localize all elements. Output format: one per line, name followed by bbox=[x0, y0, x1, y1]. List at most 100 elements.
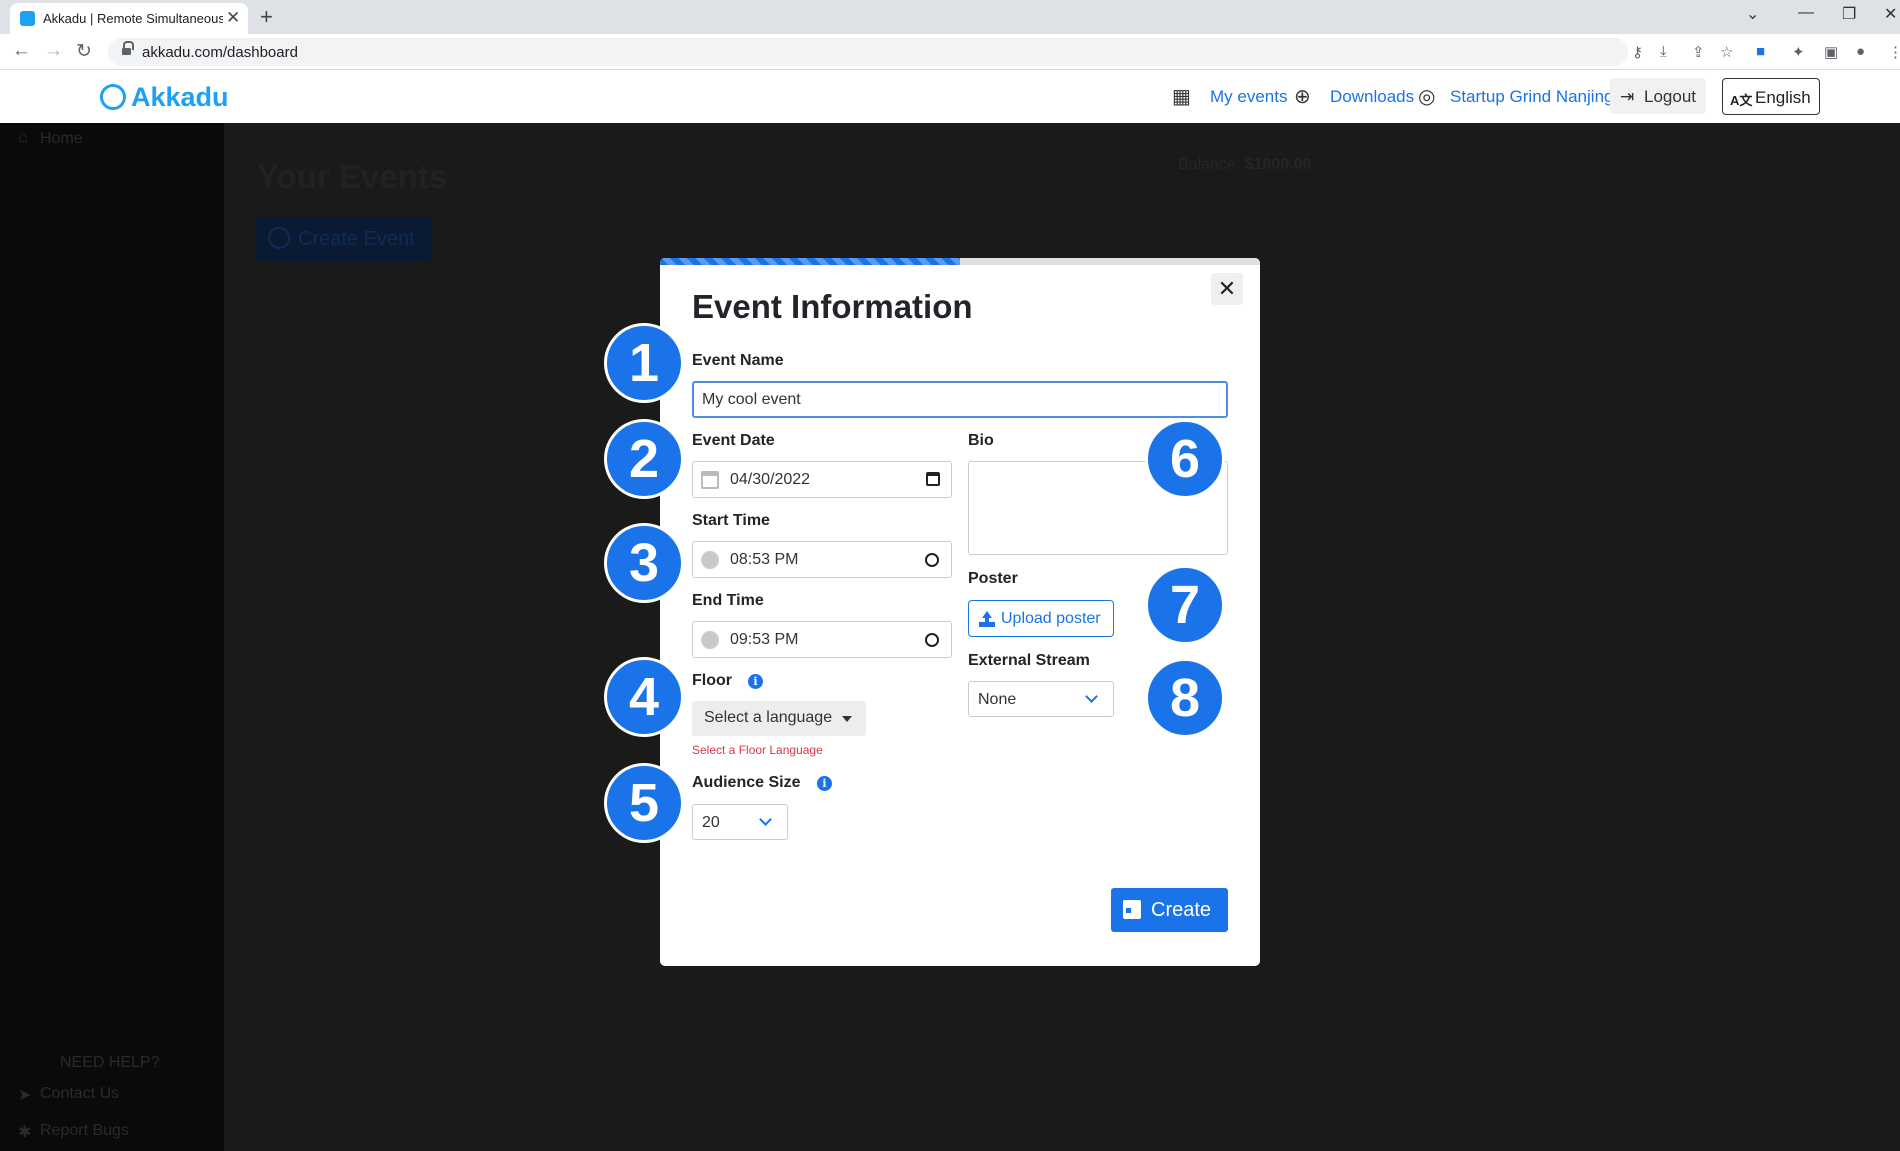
contact-us-link[interactable]: Contact Us bbox=[40, 1085, 119, 1103]
sidebar-home-icon: ⌂ bbox=[18, 129, 28, 146]
page-title: Your Events bbox=[257, 158, 448, 195]
my-events-link[interactable]: My events bbox=[1210, 87, 1287, 107]
progress-bar bbox=[660, 258, 1260, 265]
report-bugs-link[interactable]: Report Bugs bbox=[40, 1122, 129, 1140]
tab-close-icon[interactable]: ✕ bbox=[226, 8, 240, 28]
annotation-badge-3: 3 bbox=[604, 523, 684, 603]
balance: Balance: $1000.00 bbox=[1178, 156, 1311, 174]
puzzle-icon[interactable]: ✦ bbox=[1792, 43, 1805, 61]
event-name-value: My cool event bbox=[702, 391, 801, 408]
language-button[interactable]: A文 English bbox=[1722, 78, 1820, 115]
audience-size-label: Audience Size bbox=[692, 774, 801, 791]
start-time-input[interactable]: 08:53 PM bbox=[692, 541, 952, 578]
create-label: Create bbox=[1151, 899, 1212, 921]
caret-down-icon bbox=[842, 716, 852, 722]
time-picker-icon[interactable] bbox=[925, 633, 939, 647]
event-date-label: Event Date bbox=[692, 432, 775, 449]
minimize-icon[interactable]: — bbox=[1798, 4, 1814, 22]
create-button[interactable]: Create bbox=[1111, 888, 1228, 932]
time-picker-icon[interactable] bbox=[925, 553, 939, 567]
date-picker-icon[interactable] bbox=[926, 472, 940, 486]
end-time-label: End Time bbox=[692, 592, 764, 609]
menu-dots-icon[interactable]: ⋮ bbox=[1888, 43, 1900, 61]
annotation-badge-5: 5 bbox=[604, 763, 684, 843]
tab-search-icon[interactable]: ⌄ bbox=[1746, 4, 1759, 24]
downloads-link[interactable]: Downloads bbox=[1330, 87, 1414, 107]
annotation-badge-2: 2 bbox=[604, 419, 684, 499]
create-event-button[interactable]: Create Event bbox=[256, 217, 431, 261]
event-date-input[interactable]: 04/30/2022 bbox=[692, 461, 952, 498]
floor-error-text: Select a Floor Language bbox=[692, 743, 823, 757]
audience-size-select[interactable]: 20 bbox=[692, 804, 788, 840]
install-icon[interactable]: ⤓ bbox=[1660, 43, 1667, 60]
calendar-prefix-icon bbox=[701, 471, 719, 489]
language-label: English bbox=[1755, 88, 1811, 107]
sidepanel-icon[interactable]: ▣ bbox=[1824, 43, 1838, 61]
akkadu-favicon-icon bbox=[20, 11, 35, 26]
translate-icon: A文 bbox=[1730, 93, 1753, 108]
event-name-input[interactable]: My cool event bbox=[692, 381, 1228, 418]
omnibox[interactable]: akkadu.com/dashboard bbox=[108, 38, 1628, 66]
create-event-label: Create Event bbox=[298, 228, 415, 250]
lock-icon bbox=[122, 41, 134, 56]
bookmark-star-icon[interactable]: ☆ bbox=[1720, 43, 1733, 61]
logo[interactable]: Akkadu bbox=[131, 82, 229, 113]
event-name-label: Event Name bbox=[692, 352, 784, 369]
calendar-icon: ▦ bbox=[1172, 86, 1191, 108]
back-icon[interactable]: ← bbox=[12, 40, 31, 62]
progress-bar-fill bbox=[660, 258, 960, 265]
poster-label: Poster bbox=[968, 570, 1018, 587]
external-stream-select[interactable]: None bbox=[968, 681, 1114, 717]
browser-tab[interactable]: Akkadu | Remote Simultaneous ✕ bbox=[10, 3, 248, 34]
reload-icon[interactable]: ↻ bbox=[76, 40, 92, 63]
chevron-down-icon bbox=[1085, 690, 1098, 703]
restore-icon[interactable]: ❐ bbox=[1842, 4, 1856, 24]
floor-label: Floor bbox=[692, 672, 732, 689]
plus-circle-icon bbox=[268, 227, 290, 249]
paper-plane-icon: ➤ bbox=[18, 1087, 32, 1104]
window-close-icon[interactable]: ✕ bbox=[1884, 4, 1897, 24]
modal-close-button[interactable]: ✕ bbox=[1211, 273, 1243, 305]
floor-language-value: Select a language bbox=[704, 709, 833, 726]
user-circle-icon: ◎ bbox=[1418, 86, 1436, 108]
annotation-badge-1: 1 bbox=[604, 323, 684, 403]
end-time-input[interactable]: 09:53 PM bbox=[692, 621, 952, 658]
upload-poster-button[interactable]: Upload poster bbox=[968, 600, 1114, 637]
new-tab-icon[interactable]: + bbox=[260, 4, 273, 30]
download-circle-icon: ⊕ bbox=[1294, 86, 1311, 108]
chevron-down-icon bbox=[759, 813, 772, 826]
annotation-badge-7: 7 bbox=[1145, 565, 1225, 645]
external-stream-value: None bbox=[978, 691, 1017, 708]
forward-icon[interactable]: → bbox=[44, 40, 63, 62]
bio-label: Bio bbox=[968, 432, 994, 449]
event-date-value: 04/30/2022 bbox=[730, 471, 811, 488]
logout-icon: ⇥ bbox=[1620, 87, 1635, 106]
calendar-plus-icon bbox=[1123, 900, 1141, 919]
sidebar-item-home[interactable]: Home bbox=[40, 130, 83, 148]
logout-button[interactable]: ⇥ Logout bbox=[1610, 78, 1706, 114]
audience-info-icon[interactable]: i bbox=[817, 776, 832, 791]
logout-label: Logout bbox=[1644, 87, 1696, 106]
address-bar: ← → ↻ akkadu.com/dashboard ⚷ ⤓ ⇪ ☆ ■ ✦ ▣… bbox=[0, 34, 1900, 70]
account-link[interactable]: Startup Grind Nanjing bbox=[1450, 87, 1613, 107]
app-header: Akkadu ▦ My events ⊕ Downloads ◎ Startup… bbox=[0, 70, 1900, 123]
bug-icon: ✱ bbox=[18, 1124, 32, 1141]
sidebar: ⌂ Home NEED HELP? ➤ Contact Us ✱ Report … bbox=[0, 123, 224, 1151]
profile-avatar-icon[interactable]: ● bbox=[1856, 43, 1865, 60]
balance-label: Balance: bbox=[1178, 156, 1241, 173]
extension-badge-icon[interactable]: ■ bbox=[1756, 43, 1765, 60]
audience-size-value: 20 bbox=[702, 814, 720, 831]
floor-language-dropdown[interactable]: Select a language bbox=[692, 701, 866, 736]
url-text: akkadu.com/dashboard bbox=[142, 44, 298, 61]
end-time-value: 09:53 PM bbox=[730, 631, 799, 648]
share-icon[interactable]: ⇪ bbox=[1692, 43, 1705, 61]
key-icon[interactable]: ⚷ bbox=[1632, 43, 1643, 61]
clock-prefix-icon bbox=[701, 551, 719, 569]
upload-poster-label: Upload poster bbox=[1001, 610, 1101, 627]
tab-title: Akkadu | Remote Simultaneous bbox=[43, 11, 223, 26]
floor-info-icon[interactable]: i bbox=[748, 674, 763, 689]
balance-value: $1000.00 bbox=[1244, 156, 1312, 173]
need-help-heading: NEED HELP? bbox=[60, 1054, 160, 1071]
annotation-badge-4: 4 bbox=[604, 657, 684, 737]
akkadu-logo-icon bbox=[100, 84, 126, 110]
